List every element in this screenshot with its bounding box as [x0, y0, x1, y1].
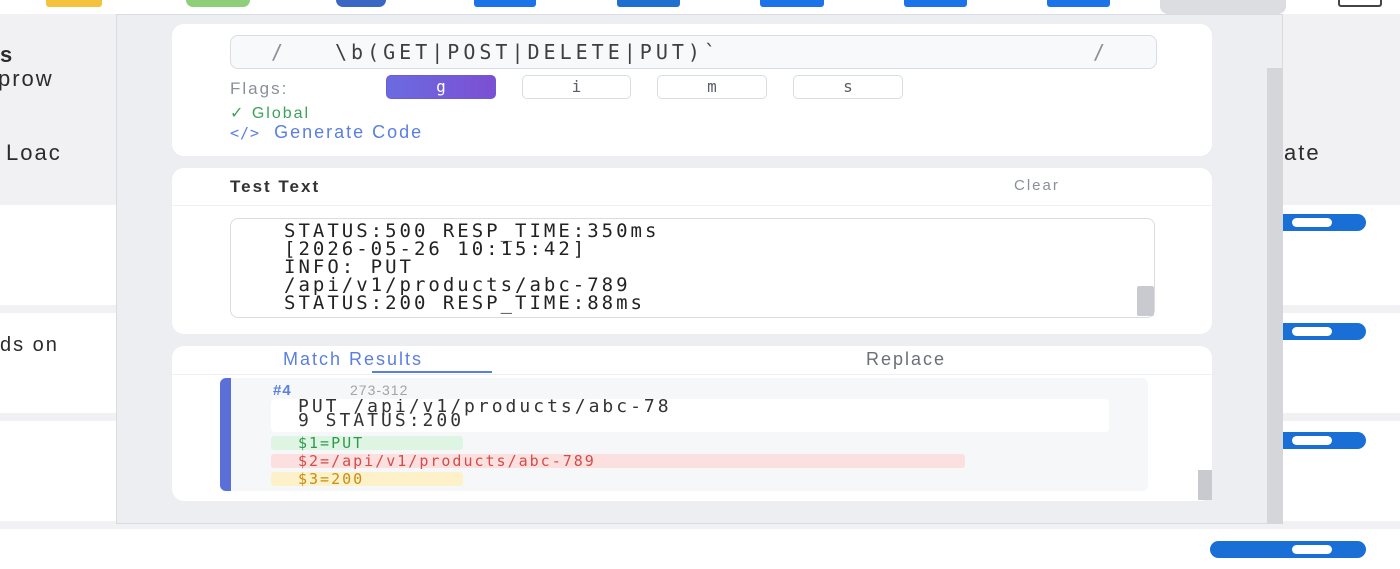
extension-icon-globe[interactable]	[336, 0, 386, 7]
flags-label: Flags:	[230, 79, 289, 98]
test-text-divider	[172, 205, 1212, 206]
match-text-line: 9 STATUS:200	[298, 410, 465, 431]
match-range: 273-312	[350, 382, 409, 398]
pattern-value: \b(GET|POST|DELETE|PUT)`	[335, 40, 720, 64]
generate-code-link[interactable]: </> Generate Code	[230, 122, 423, 143]
bg-heading-fragment: s	[0, 42, 15, 67]
extension-icon-blue-5[interactable]	[1047, 0, 1110, 7]
bg-update-fragment: ate	[1284, 140, 1321, 165]
bg-subtitle-fragment: prow	[0, 66, 54, 91]
bg-load-fragment: Loac	[6, 140, 62, 165]
active-tab-indicator	[372, 371, 492, 373]
capture-group-3: $3=200	[271, 472, 463, 487]
test-text-area[interactable]: STATUS:500 RESP_TIME:350ms [2026-05-26 1…	[230, 218, 1155, 318]
test-text-line: STATUS:200 RESP_TIME:88ms	[284, 292, 645, 314]
match-text: PUT /api/v1/products/abc-78 9 STATUS:200	[271, 399, 1109, 432]
flag-s-button[interactable]: s	[793, 75, 903, 99]
match-number: #4	[273, 382, 292, 399]
test-text-title: Test Text	[230, 177, 321, 196]
flag-i-button[interactable]: i	[522, 75, 631, 99]
puzzle-icon[interactable]	[1338, 0, 1382, 7]
extension-icon-green[interactable]	[186, 0, 250, 7]
tab-divider	[172, 374, 1212, 375]
bg-card-text-fragment: ds on	[0, 334, 59, 356]
popup-scrollbar[interactable]	[1267, 68, 1283, 524]
extension-icon-blue-1[interactable]	[474, 0, 536, 7]
pattern-open-delimiter: /	[271, 40, 288, 64]
capture-group-1: $1=PUT	[271, 436, 463, 451]
test-text-scrollbar[interactable]	[1137, 286, 1154, 316]
generate-code-label: Generate Code	[274, 122, 424, 142]
flag-m-button[interactable]: m	[657, 75, 767, 99]
pattern-input[interactable]: / \b(GET|POST|DELETE|PUT)` /	[230, 35, 1157, 69]
extension-icon-blue-3[interactable]	[760, 0, 824, 7]
bg-extension-card-4	[0, 529, 1400, 569]
active-extension-icon[interactable]	[1160, 0, 1286, 14]
code-icon: </>	[230, 124, 261, 142]
tab-match-results[interactable]: Match Results	[283, 349, 423, 370]
tab-replace[interactable]: Replace	[866, 349, 946, 370]
flag-g-button[interactable]: g	[386, 75, 496, 99]
pattern-close-delimiter: /	[1093, 40, 1110, 64]
extension-icon-blue-2[interactable]	[617, 0, 680, 7]
flag-description: ✓ Global	[230, 105, 311, 122]
capture-group-2: $2=/api/v1/products/abc-789	[271, 454, 965, 469]
clear-button[interactable]: Clear	[1014, 177, 1060, 194]
extension-icon-blue-4[interactable]	[904, 0, 967, 7]
match-accent-bar	[220, 378, 231, 491]
results-scrollbar[interactable]	[1198, 470, 1212, 500]
extension-toggle-4[interactable]	[1210, 541, 1366, 558]
extension-icon-yellow[interactable]	[46, 0, 102, 7]
